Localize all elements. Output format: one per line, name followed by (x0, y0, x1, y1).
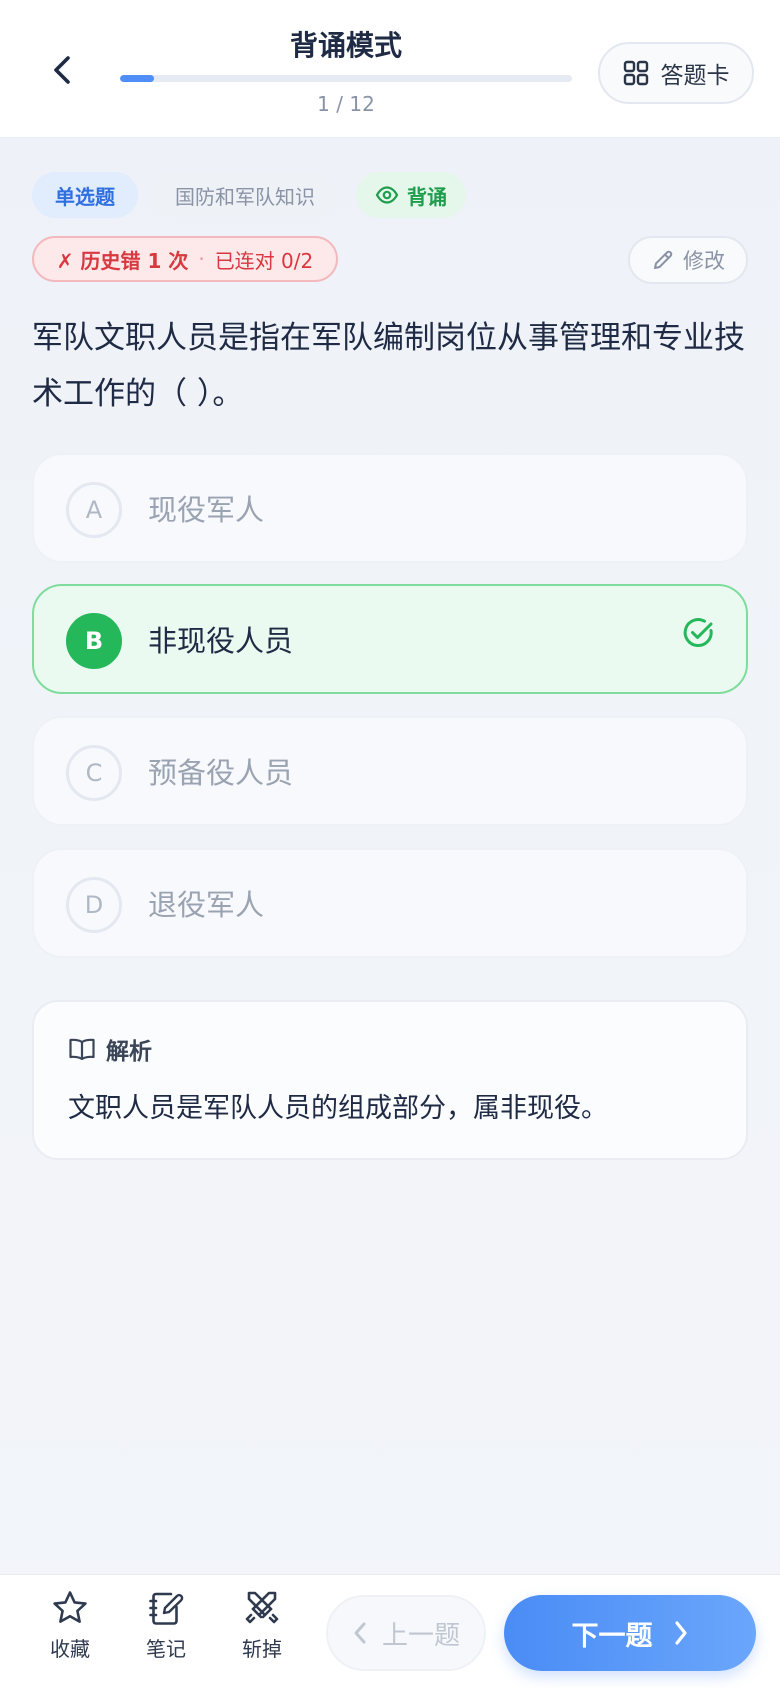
analysis-card: 解析 文职人员是军队人员的组成部分，属非现役。 (32, 1000, 748, 1160)
option-letter: D (66, 877, 122, 933)
note-button[interactable]: 笔记 (126, 1589, 206, 1675)
answer-card-label: 答题卡 (660, 63, 730, 89)
crossed-swords-icon (245, 1591, 279, 1624)
edit-label: 修改 (683, 249, 725, 273)
option-letter: C (66, 745, 122, 801)
favorite-button[interactable]: 收藏 (30, 1589, 110, 1675)
pencil-icon (654, 250, 673, 269)
analysis-text: 文职人员是军队人员的组成部分，属非现役。 (68, 1093, 608, 1124)
analysis-title: 解析 (106, 1039, 152, 1065)
mode-tag-label: 背诵 (407, 184, 447, 209)
answer-card-button[interactable]: 答题卡 (598, 42, 754, 104)
top-bar: 背诵模式 1 / 12 答题卡 (0, 0, 780, 138)
history-separator: · (198, 247, 205, 271)
remove-button[interactable]: 斩掉 (222, 1589, 302, 1675)
question-type-tag: 单选题 (32, 172, 138, 218)
note-label: 笔记 (146, 1637, 186, 1661)
next-label: 下一题 (571, 1620, 653, 1652)
favorite-label: 收藏 (50, 1637, 90, 1661)
remove-label: 斩掉 (242, 1637, 282, 1661)
analysis-header: 解析 (68, 1032, 152, 1066)
progress-bar (120, 75, 572, 82)
page-title: 背诵模式 (289, 29, 402, 62)
bottom-toolbar: 收藏 笔记 斩掉 上一题 下一题 (0, 1574, 780, 1688)
chevron-right-icon (674, 1621, 687, 1645)
history-wrong-count: ✗ 历史错 1 次 (56, 248, 189, 273)
grid-icon (623, 60, 648, 86)
edit-button[interactable]: 修改 (628, 236, 748, 284)
chevron-left-icon (354, 1622, 366, 1644)
option-letter: B (66, 613, 122, 669)
option-text: 退役军人 (148, 888, 265, 922)
progress-fill (120, 75, 154, 82)
prev-question-button[interactable]: 上一题 (326, 1595, 486, 1671)
option-letter: A (66, 482, 122, 538)
history-streak: 已连对 0/2 (214, 248, 314, 273)
check-circle-icon (683, 618, 713, 648)
mode-tag: 背诵 (356, 172, 466, 218)
history-badge: ✗ 历史错 1 次 · 已连对 0/2 (32, 236, 338, 282)
question-text: 军队文职人员是指在军队编制岗位从事管理和专业技术工作的（ ）。 (32, 320, 745, 412)
option-b[interactable]: B 非现役人员 (32, 584, 748, 694)
eye-icon (375, 186, 399, 204)
option-text: 现役军人 (148, 493, 265, 527)
option-text: 预备役人员 (148, 756, 294, 790)
option-a[interactable]: A 现役军人 (32, 453, 748, 563)
progress-text: 1 / 12 (317, 92, 375, 116)
option-text: 非现役人员 (148, 624, 294, 658)
option-d[interactable]: D 退役军人 (32, 848, 748, 958)
book-icon (69, 1038, 95, 1061)
next-question-button[interactable]: 下一题 (504, 1595, 756, 1671)
star-icon (53, 1591, 87, 1623)
prev-label: 上一题 (381, 1620, 460, 1651)
option-c[interactable]: C 预备役人员 (32, 716, 748, 826)
notebook-icon (149, 1592, 184, 1625)
category-tag: 国防和军队知识 (152, 172, 338, 218)
